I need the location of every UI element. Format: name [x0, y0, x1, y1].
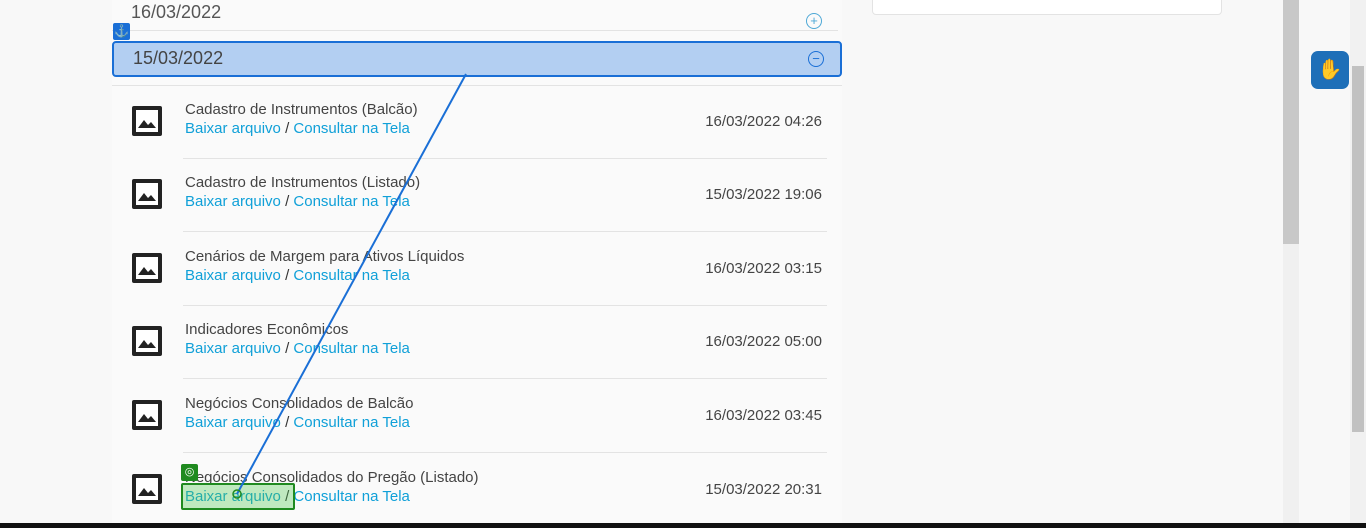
side-card	[872, 0, 1222, 15]
scrollbar-thumb[interactable]	[1283, 0, 1299, 244]
divider	[183, 378, 827, 379]
link-separator: /	[285, 120, 290, 137]
file-datetime: 16/03/2022 03:15	[705, 260, 822, 277]
view-link[interactable]: Consultar na Tela	[293, 120, 409, 137]
image-icon	[132, 179, 162, 209]
link-separator: /	[285, 414, 290, 431]
view-link[interactable]: Consultar na Tela	[293, 340, 409, 357]
date-label: 15/03/2022	[133, 48, 224, 68]
list-item: Indicadores Econômicos Baixar arquivo / …	[112, 306, 842, 379]
file-links: Baixar arquivo / Consultar na Tela	[185, 414, 410, 431]
download-link[interactable]: Baixar arquivo	[185, 414, 281, 431]
scrollbar-thumb[interactable]	[1352, 66, 1364, 432]
link-separator: /	[285, 267, 290, 284]
image-icon	[132, 326, 162, 356]
view-link[interactable]: Consultar na Tela	[293, 267, 409, 284]
link-separator: /	[285, 340, 290, 357]
file-title: Indicadores Econômicos	[185, 321, 349, 338]
divider	[183, 452, 827, 453]
view-link[interactable]: Consultar na Tela	[293, 488, 409, 505]
file-title: Cadastro de Instrumentos (Balcão)	[185, 101, 418, 118]
divider	[183, 231, 827, 232]
view-link[interactable]: Consultar na Tela	[293, 414, 409, 431]
sign-language-icon[interactable]: ✋	[1311, 51, 1349, 89]
panel-scrollbar[interactable]	[1283, 0, 1299, 528]
image-icon	[132, 474, 162, 504]
date-label: 16/03/2022	[131, 2, 222, 22]
list-item: Cadastro de Instrumentos (Balcão) Baixar…	[112, 86, 842, 159]
image-icon	[132, 400, 162, 430]
download-link[interactable]: Baixar arquivo	[185, 193, 281, 210]
file-datetime: 15/03/2022 19:06	[705, 186, 822, 203]
list-item: Cadastro de Instrumentos (Listado) Baixa…	[112, 159, 842, 232]
file-datetime: 16/03/2022 03:45	[705, 407, 822, 424]
anchor-icon: ⚓	[113, 23, 130, 40]
list-item: Cenários de Margem para Ativos Líquidos …	[112, 233, 842, 306]
target-highlight	[181, 483, 295, 510]
file-links: Baixar arquivo / Consultar na Tela	[185, 193, 410, 210]
image-icon	[132, 106, 162, 136]
file-datetime: 15/03/2022 20:31	[705, 481, 822, 498]
window-scrollbar[interactable]	[1350, 0, 1366, 528]
file-datetime: 16/03/2022 05:00	[705, 333, 822, 350]
date-group-previous[interactable]: 16/03/2022 +	[112, 0, 838, 31]
target-icon: ◎	[181, 464, 198, 481]
file-links: Baixar arquivo / Consultar na Tela	[185, 340, 410, 357]
download-link[interactable]: Baixar arquivo	[185, 267, 281, 284]
file-datetime: 16/03/2022 04:26	[705, 113, 822, 130]
image-icon	[132, 253, 162, 283]
list-item: Negócios Consolidados de Balcão Baixar a…	[112, 380, 842, 453]
file-title: Negócios Consolidados de Balcão	[185, 395, 414, 412]
bottom-edge	[0, 523, 1366, 528]
file-title: Cadastro de Instrumentos (Listado)	[185, 174, 421, 191]
view-link[interactable]: Consultar na Tela	[293, 193, 409, 210]
file-links: Baixar arquivo / Consultar na Tela	[185, 120, 410, 137]
date-group-active[interactable]: 15/03/2022 −	[112, 41, 842, 77]
plus-circle-icon[interactable]: +	[806, 13, 822, 29]
minus-circle-icon[interactable]: −	[808, 51, 824, 67]
download-link[interactable]: Baixar arquivo	[185, 120, 281, 137]
file-links: Baixar arquivo / Consultar na Tela	[185, 267, 410, 284]
link-separator: /	[285, 193, 290, 210]
download-link[interactable]: Baixar arquivo	[185, 340, 281, 357]
file-title: Cenários de Margem para Ativos Líquidos	[185, 248, 465, 265]
